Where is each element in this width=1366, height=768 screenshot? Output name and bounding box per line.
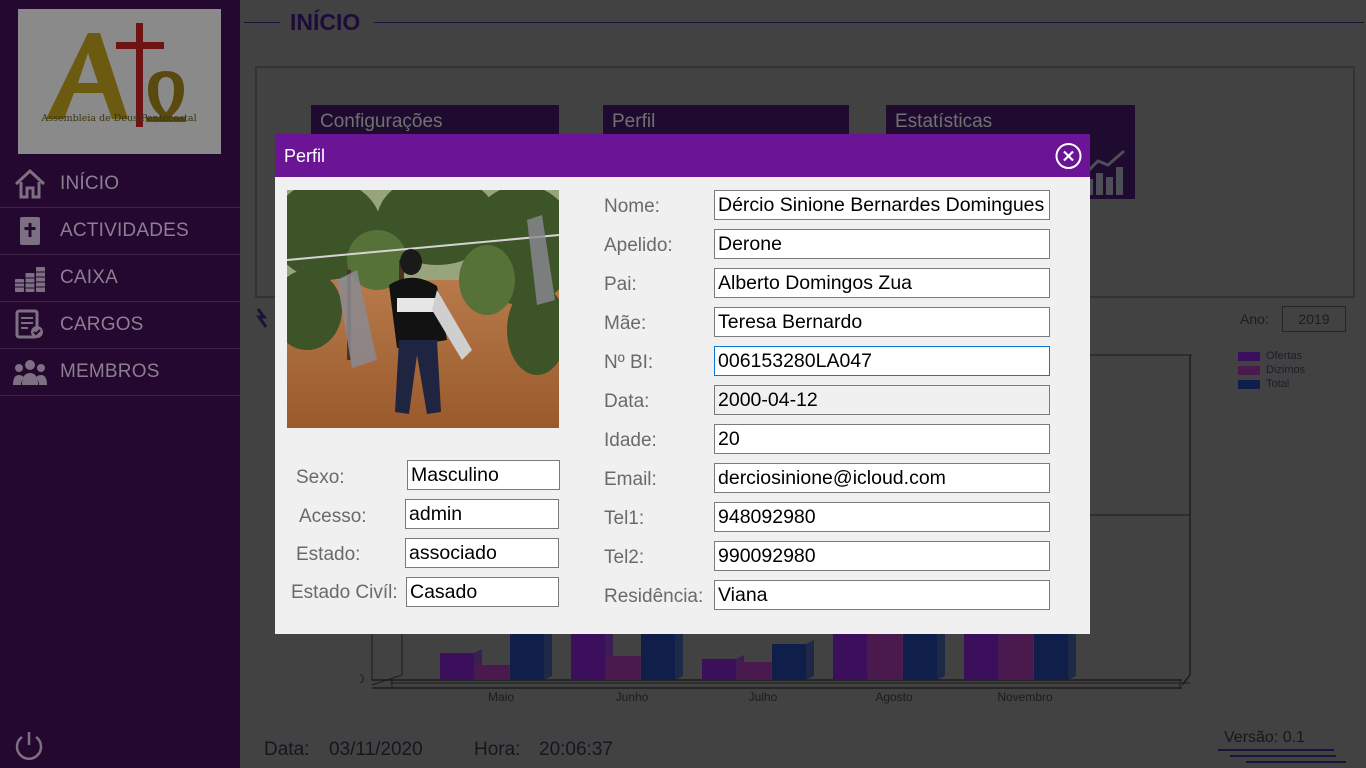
card-title: Configurações bbox=[320, 111, 443, 132]
nome-field[interactable] bbox=[714, 190, 1050, 220]
profile-dialog: Perfil Sexo: Masculino Acesso: admin Est… bbox=[275, 134, 1090, 634]
profile-photo-image bbox=[287, 190, 559, 428]
tel1-field[interactable] bbox=[714, 502, 1050, 532]
bar-side bbox=[806, 640, 814, 680]
email-label: Email: bbox=[604, 469, 657, 490]
acesso-field[interactable] bbox=[405, 499, 559, 529]
sidebar-item-actividades[interactable]: ACTIVIDADES bbox=[0, 208, 240, 255]
card-title: Estatísticas bbox=[895, 111, 993, 132]
ano-selector[interactable]: 2019 bbox=[1282, 306, 1346, 332]
tel2-field[interactable] bbox=[714, 541, 1050, 571]
power-icon bbox=[15, 732, 43, 760]
home-icon bbox=[0, 161, 60, 208]
ano-label: Ano: bbox=[1240, 311, 1269, 327]
pai-label: Pai: bbox=[604, 274, 637, 295]
people-icon bbox=[0, 349, 60, 396]
data-nascimento-field[interactable] bbox=[714, 385, 1050, 415]
mae-label: Mãe: bbox=[604, 313, 647, 334]
sidebar: Assembleia de Deus Pentecostal INÍCIO AC… bbox=[0, 0, 240, 768]
profile-photo bbox=[287, 190, 559, 428]
document-icon bbox=[0, 302, 60, 349]
dialog-title: Perfil bbox=[284, 146, 326, 166]
chart-legend: Ofertas Dizimos Total bbox=[1238, 349, 1305, 391]
title-divider bbox=[374, 22, 1364, 23]
x-tick-label: Maio bbox=[488, 690, 514, 704]
title-divider bbox=[244, 22, 280, 23]
stats-chart-icon bbox=[1086, 149, 1125, 195]
apelido-label: Apelido: bbox=[604, 235, 673, 256]
sidebar-item-caixa[interactable]: CAIXA bbox=[0, 255, 240, 302]
sidebar-item-inicio[interactable]: INÍCIO bbox=[0, 161, 240, 208]
x-tick-label: Junho bbox=[616, 690, 649, 704]
sidebar-item-cargos[interactable]: CARGOS bbox=[0, 302, 240, 349]
bar-dizimos-maio bbox=[475, 665, 509, 680]
legend-label: Ofertas bbox=[1266, 350, 1303, 362]
bar-total-julho bbox=[772, 644, 806, 680]
version-label: Versão: 0.1 bbox=[1224, 729, 1305, 746]
logo-text: Assembleia de Deus Pentecostal bbox=[40, 113, 196, 124]
estado-civil-label: Estado Civíl: bbox=[291, 582, 398, 603]
legend-label: Total bbox=[1266, 378, 1290, 390]
sidebar-item-label: CAIXA bbox=[60, 267, 119, 288]
bar-dizimos-junho bbox=[606, 656, 640, 680]
close-circle-icon bbox=[1055, 143, 1082, 169]
power-button[interactable] bbox=[12, 729, 46, 763]
version-underline bbox=[1230, 755, 1336, 757]
time-label: Hora: bbox=[474, 739, 521, 760]
tel1-label: Tel1: bbox=[604, 508, 645, 529]
coins-icon bbox=[0, 255, 60, 302]
legend-item: Dizimos bbox=[1238, 363, 1305, 377]
email-field[interactable] bbox=[714, 463, 1050, 493]
estado-civil-field[interactable] bbox=[406, 577, 559, 607]
legend-swatch bbox=[1238, 365, 1260, 375]
sexo-field[interactable] bbox=[407, 460, 560, 490]
time-value: 20:06:37 bbox=[539, 739, 613, 760]
alpha-omega-cross-logo-icon: Assembleia de Deus Pentecostal bbox=[40, 23, 197, 127]
acesso-label: Acesso: bbox=[299, 506, 367, 527]
bible-icon bbox=[0, 208, 60, 255]
bi-label: Nº BI: bbox=[604, 352, 654, 373]
date-label: Data: bbox=[264, 739, 310, 760]
bar-ofertas-julho bbox=[702, 659, 736, 680]
apelido-field[interactable] bbox=[714, 229, 1050, 259]
dialog-header: Perfil bbox=[275, 134, 1090, 177]
church-logo: Assembleia de Deus Pentecostal bbox=[18, 9, 221, 154]
x-tick-label: Agosto bbox=[875, 690, 913, 704]
version-underline bbox=[1218, 749, 1334, 751]
estado-field[interactable] bbox=[405, 538, 559, 568]
idade-field[interactable] bbox=[714, 424, 1050, 454]
x-tick-label: Julho bbox=[749, 690, 778, 704]
legend-item: Ofertas bbox=[1238, 349, 1305, 363]
estado-label: Estado: bbox=[296, 544, 361, 565]
card-title: Perfil bbox=[612, 111, 656, 132]
sidebar-item-label: INÍCIO bbox=[60, 173, 120, 194]
bar-dizimos-julho bbox=[737, 662, 771, 680]
legend-item: Total bbox=[1238, 377, 1305, 391]
sidebar-item-membros[interactable]: MEMBROS bbox=[0, 349, 240, 396]
close-button[interactable] bbox=[1054, 143, 1083, 169]
refresh-icon[interactable] bbox=[254, 305, 276, 329]
pai-field[interactable] bbox=[714, 268, 1050, 298]
mae-field[interactable] bbox=[714, 307, 1050, 337]
sidebar-item-label: MEMBROS bbox=[60, 361, 160, 382]
date-value: 03/11/2020 bbox=[329, 739, 423, 760]
legend-swatch bbox=[1238, 351, 1260, 361]
legend-label: Dizimos bbox=[1266, 364, 1306, 376]
legend-swatch bbox=[1238, 379, 1260, 389]
residencia-label: Residência: bbox=[604, 586, 704, 607]
version-underline bbox=[1246, 761, 1346, 763]
sidebar-item-label: CARGOS bbox=[60, 314, 144, 335]
tel2-label: Tel2: bbox=[604, 547, 645, 568]
sidebar-item-label: ACTIVIDADES bbox=[60, 220, 189, 241]
data-label: Data: bbox=[604, 391, 650, 412]
sexo-label: Sexo: bbox=[296, 467, 345, 488]
nome-label: Nome: bbox=[604, 196, 660, 217]
idade-label: Idade: bbox=[604, 430, 657, 451]
page-title: INÍCIO bbox=[290, 9, 361, 35]
residencia-field[interactable] bbox=[714, 580, 1050, 610]
y-tick-label: 0 bbox=[360, 672, 364, 686]
x-tick-label: Novembro bbox=[997, 690, 1053, 704]
bi-field[interactable] bbox=[714, 346, 1050, 376]
bar-ofertas-maio bbox=[440, 653, 474, 680]
